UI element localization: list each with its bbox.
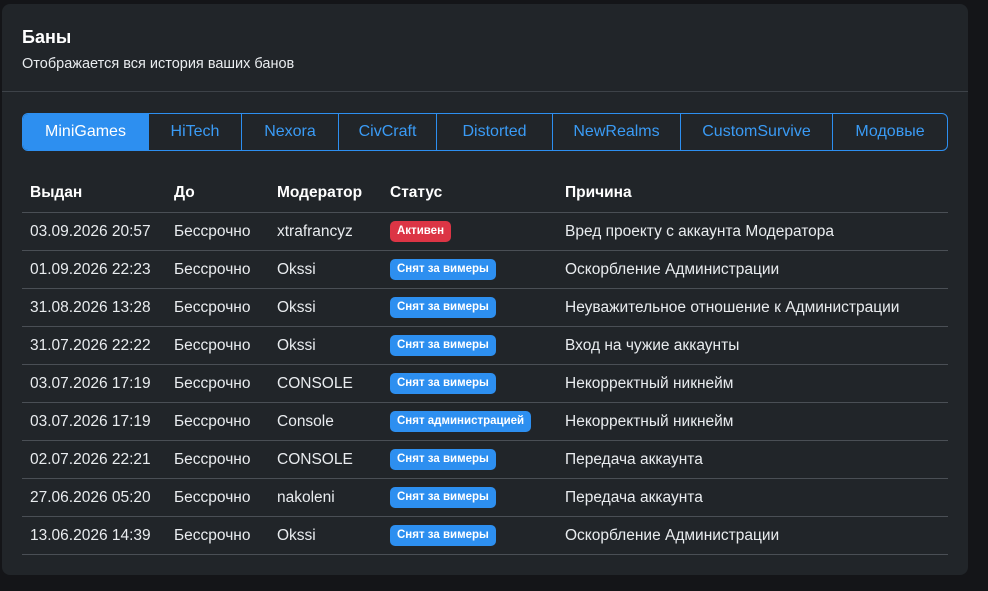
- table-row: 13.06.2026 14:39 Бессрочно Okssi Снят за ви…: [22, 516, 948, 555]
- cell-issued: 03.07.2026 17:19: [22, 364, 166, 403]
- cell-issued: 03.09.2026 20:57: [22, 212, 166, 251]
- status-badge: Снят администрацией: [390, 411, 532, 432]
- cell-reason: Оскорбление Администрации: [557, 516, 948, 555]
- page-subtitle: Отображается вся история ваших банов: [22, 56, 295, 72]
- column-header-moderator: Модератор: [269, 174, 382, 213]
- cell-status: Снят за вимеры: [382, 478, 557, 517]
- tab-newrealms[interactable]: NewRealms: [553, 114, 681, 150]
- cell-issued: 03.07.2026 17:19: [22, 402, 166, 441]
- cell-until: Бессрочно: [166, 402, 269, 441]
- column-header-until: До: [166, 174, 269, 213]
- status-badge: Снят за вимеры: [390, 297, 496, 318]
- cell-reason: Некорректный никнейм: [557, 364, 948, 403]
- cell-moderator: Okssi: [269, 288, 382, 327]
- cell-moderator: Okssi: [269, 250, 382, 289]
- tab-customsurvive[interactable]: CustomSurvive: [681, 114, 833, 150]
- cell-issued: 02.07.2026 22:21: [22, 440, 166, 479]
- cell-until: Бессрочно: [166, 440, 269, 479]
- table-row: 31.07.2026 22:22 Бессрочно Okssi Снят за ви…: [22, 326, 948, 365]
- status-badge: Снят за вимеры: [390, 259, 496, 280]
- bans-table-body: 03.09.2026 20:57 Бессрочно xtrafrancyz Акти…: [22, 212, 948, 555]
- column-header-reason: Причина: [557, 174, 948, 213]
- tab-hitech[interactable]: HiTech: [149, 114, 242, 150]
- cell-moderator: xtrafrancyz: [269, 212, 382, 251]
- table-header-row: Выдан До Модератор Статус Причина: [22, 174, 948, 213]
- cell-moderator: Console: [269, 402, 382, 441]
- cell-status: Снят за вимеры: [382, 364, 557, 403]
- cell-issued: 31.08.2026 13:28: [22, 288, 166, 327]
- cell-reason: Передача аккаунта: [557, 440, 948, 479]
- table-row: 27.06.2026 05:20 Бессрочно nakoleni Снят за…: [22, 478, 948, 517]
- bans-card: Баны Отображается вся история ваших бано…: [2, 4, 968, 575]
- tab-distorted[interactable]: Distorted: [437, 114, 553, 150]
- tab-minigames[interactable]: MiniGames: [23, 114, 149, 150]
- cell-reason: Передача аккаунта: [557, 478, 948, 517]
- cell-status: Снят за вимеры: [382, 516, 557, 555]
- cell-until: Бессрочно: [166, 212, 269, 251]
- cell-status: Снят за вимеры: [382, 288, 557, 327]
- bans-table: Выдан До Модератор Статус Причина 03.09.…: [22, 174, 948, 555]
- cell-until: Бессрочно: [166, 516, 269, 555]
- column-header-issued: Выдан: [22, 174, 166, 213]
- cell-until: Бессрочно: [166, 364, 269, 403]
- status-badge: Снят за вимеры: [390, 373, 496, 394]
- cell-reason: Неуважительное отношение к Администрации: [557, 288, 948, 327]
- card-header: Баны Отображается вся история ваших бано…: [2, 4, 968, 92]
- cell-until: Бессрочно: [166, 250, 269, 289]
- status-badge: Снят за вимеры: [390, 449, 496, 470]
- cell-issued: 31.07.2026 22:22: [22, 326, 166, 365]
- status-badge: Снят за вимеры: [390, 487, 496, 508]
- cell-issued: 01.09.2026 22:23: [22, 250, 166, 289]
- server-tabs: MiniGames HiTech Nexora CivCraft Distorted Ne…: [22, 113, 948, 151]
- cell-status: Снят администрацией: [382, 402, 557, 441]
- cell-moderator: CONSOLE: [269, 440, 382, 479]
- table-row: 01.09.2026 22:23 Бессрочно Okssi Снят за ви…: [22, 250, 948, 289]
- cell-status: Снят за вимеры: [382, 250, 557, 289]
- cell-until: Бессрочно: [166, 288, 269, 327]
- cell-status: Снят за вимеры: [382, 326, 557, 365]
- column-header-status: Статус: [382, 174, 557, 213]
- cell-until: Бессрочно: [166, 478, 269, 517]
- cell-reason: Оскорбление Администрации: [557, 250, 948, 289]
- cell-moderator: CONSOLE: [269, 364, 382, 403]
- cell-moderator: Okssi: [269, 516, 382, 555]
- cell-issued: 27.06.2026 05:20: [22, 478, 166, 517]
- cell-status: Активен: [382, 212, 557, 251]
- status-badge: Активен: [390, 221, 452, 242]
- status-badge: Снят за вимеры: [390, 525, 496, 546]
- table-row: 02.07.2026 22:21 Бессрочно CONSOLE Снят за …: [22, 440, 948, 479]
- status-badge: Снят за вимеры: [390, 335, 496, 356]
- table-row: 31.08.2026 13:28 Бессрочно Okssi Снят за ви…: [22, 288, 948, 327]
- cell-moderator: nakoleni: [269, 478, 382, 517]
- cell-moderator: Okssi: [269, 326, 382, 365]
- cell-reason: Вред проекту с аккаунта Модератора: [557, 212, 948, 251]
- cell-reason: Вход на чужие аккаунты: [557, 326, 948, 365]
- cell-issued: 13.06.2026 14:39: [22, 516, 166, 555]
- table-row: 03.07.2026 17:19 Бессрочно Console Снят адм…: [22, 402, 948, 441]
- tab-civcraft[interactable]: CivCraft: [339, 114, 437, 150]
- tab-модовые[interactable]: Модовые: [833, 114, 947, 150]
- page-title: Баны: [22, 27, 72, 47]
- cell-status: Снят за вимеры: [382, 440, 557, 479]
- table-row: 03.09.2026 20:57 Бессрочно xtrafrancyz Акти…: [22, 212, 948, 251]
- tab-nexora[interactable]: Nexora: [242, 114, 339, 150]
- cell-until: Бессрочно: [166, 326, 269, 365]
- table-row: 03.07.2026 17:19 Бессрочно CONSOLE Снят за …: [22, 364, 948, 403]
- cell-reason: Некорректный никнейм: [557, 402, 948, 441]
